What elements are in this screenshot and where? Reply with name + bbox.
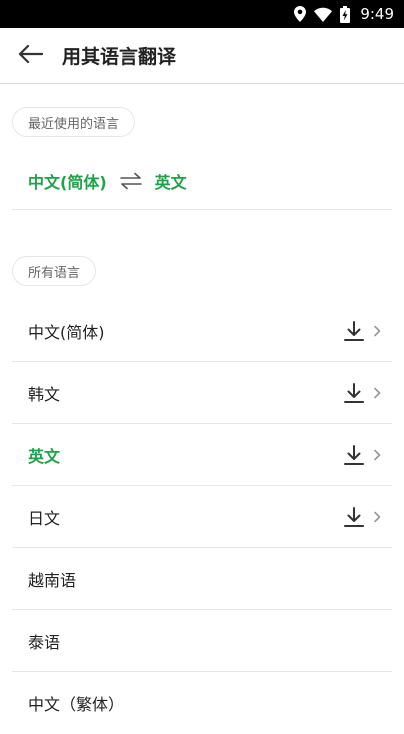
language-item-selected[interactable]: 英文 bbox=[12, 424, 392, 486]
app-bar: 用其语言翻译 bbox=[0, 28, 404, 84]
recent-target-language[interactable]: 英文 bbox=[155, 169, 187, 193]
language-name: 泰语 bbox=[28, 632, 61, 652]
language-item[interactable]: 中文(简体) bbox=[12, 300, 392, 362]
chevron-right-icon bbox=[370, 381, 384, 405]
battery-charging-icon bbox=[340, 5, 351, 23]
language-name: 英文 bbox=[28, 446, 61, 466]
language-item[interactable]: 越南语 bbox=[12, 548, 392, 610]
language-name: 韩文 bbox=[28, 384, 61, 404]
language-item[interactable]: 韩文 bbox=[12, 362, 392, 424]
recent-languages-label: 最近使用的语言 bbox=[12, 107, 136, 137]
page-title: 用其语言翻译 bbox=[62, 46, 177, 68]
chevron-right-icon bbox=[370, 319, 384, 343]
recent-source-language[interactable]: 中文(简体) bbox=[28, 169, 107, 193]
status-bar: 9:49 bbox=[0, 0, 404, 28]
swap-icon[interactable] bbox=[119, 172, 142, 190]
language-item[interactable]: 中文（繁体） bbox=[12, 672, 392, 734]
language-list: 中文(简体) 韩文 英文 日文 越南语 泰语 中文（繁体） bbox=[12, 300, 392, 734]
language-name: 日文 bbox=[28, 508, 61, 528]
download-icon[interactable] bbox=[342, 319, 366, 343]
language-name: 中文（繁体） bbox=[28, 695, 125, 714]
chevron-right-icon bbox=[370, 443, 384, 467]
back-button[interactable] bbox=[0, 28, 60, 84]
language-name: 越南语 bbox=[28, 570, 77, 590]
recent-language-pair: 中文(简体) 英文 bbox=[12, 152, 392, 210]
download-icon[interactable] bbox=[342, 505, 366, 529]
back-arrow-icon bbox=[17, 44, 44, 68]
status-time: 9:49 bbox=[360, 5, 394, 23]
download-icon[interactable] bbox=[342, 381, 366, 405]
download-icon[interactable] bbox=[342, 443, 366, 467]
all-languages-label: 所有语言 bbox=[12, 256, 97, 286]
language-name: 中文(简体) bbox=[28, 322, 105, 342]
language-item[interactable]: 泰语 bbox=[12, 610, 392, 672]
location-icon bbox=[294, 6, 307, 22]
wifi-icon bbox=[314, 7, 333, 22]
language-item[interactable]: 日文 bbox=[12, 486, 392, 548]
chevron-right-icon bbox=[370, 505, 384, 529]
